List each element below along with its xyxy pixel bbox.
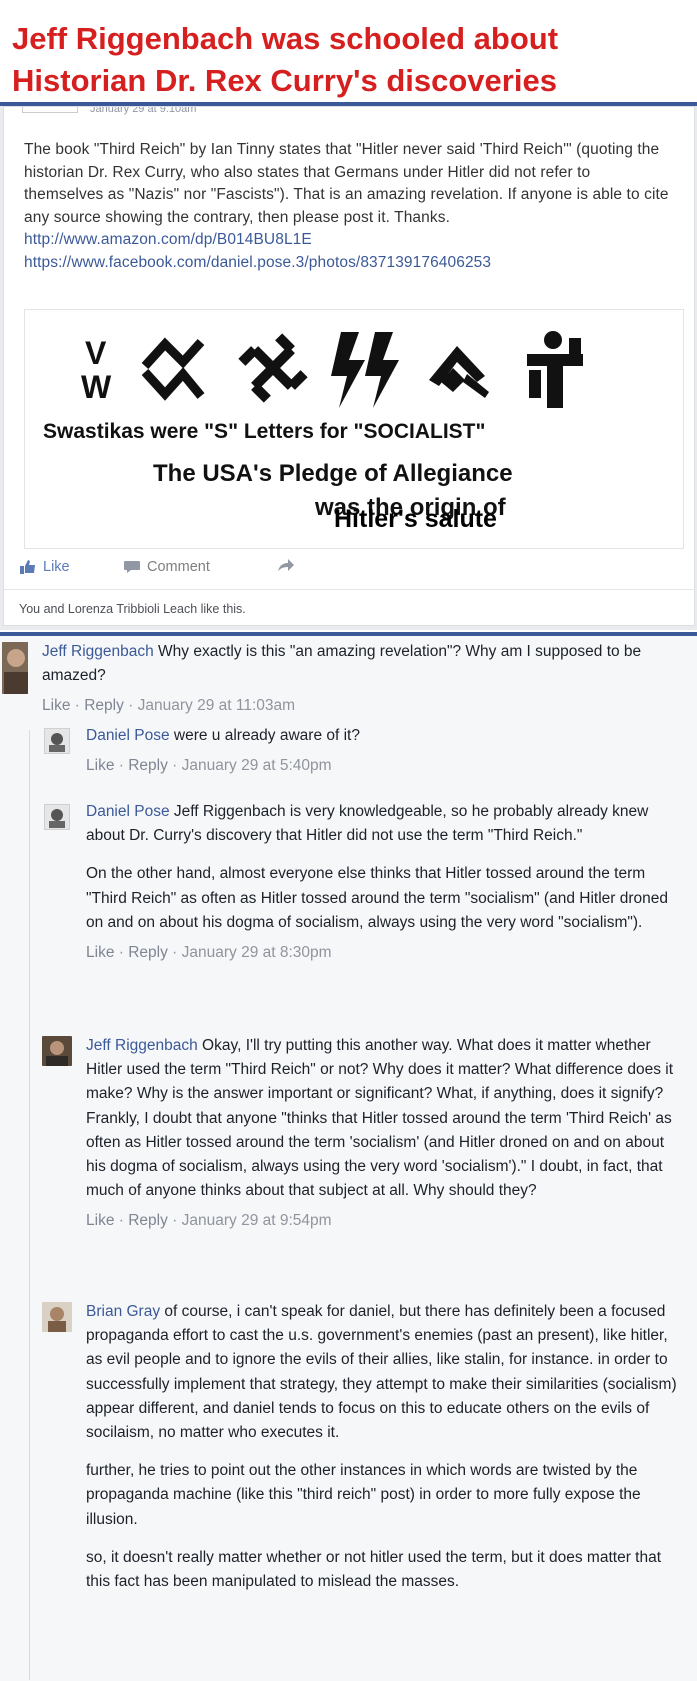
likes-summary[interactable]: You and Lorenza Tribbioli Leach like thi… — [3, 589, 693, 623]
comment-text: Okay, I'll try putting this another way.… — [86, 1037, 674, 1200]
ss-runes-icon — [331, 332, 399, 408]
headline: Jeff Riggenbach was schooled about Histo… — [12, 18, 692, 102]
salute-figure-icon — [429, 346, 489, 398]
comment-body: Daniel Pose were u already aware of it? … — [86, 724, 682, 776]
comment-like-link[interactable]: Like — [86, 944, 114, 961]
comment-button[interactable]: Comment — [124, 559, 210, 575]
avatar[interactable] — [44, 804, 70, 830]
avatar[interactable] — [42, 1302, 72, 1332]
comments-section: Jeff Riggenbach Why exactly is this "an … — [0, 636, 697, 1681]
thumbs-up-icon — [20, 560, 35, 574]
v-letter: V — [85, 335, 107, 371]
post-timestamp[interactable]: January 29 at 9:10am — [90, 107, 196, 115]
comment-meta: Like · Reply · January 29 at 9:54pm — [86, 1212, 332, 1230]
thread-line — [29, 730, 30, 1680]
comment-meta: Like · Reply · January 29 at 11:03am — [42, 697, 296, 715]
post-panel: January 29 at 9:10am The book "Third Rei… — [0, 106, 697, 630]
comment-paragraph: further, he tries to point out the other… — [86, 1462, 641, 1528]
post-author-avatar[interactable] — [22, 107, 78, 113]
comment-meta: Like · Reply · January 29 at 5:40pm — [86, 757, 332, 775]
avatar[interactable] — [44, 728, 70, 754]
comment-paragraph: On the other hand, almost everyone else … — [86, 865, 668, 931]
comment-reply-link[interactable]: Reply — [128, 757, 168, 774]
comment-text: were u already aware of it? — [169, 727, 360, 744]
symbols-graphic: V W — [81, 331, 583, 408]
comment-time[interactable]: January 29 at 8:30pm — [182, 944, 332, 961]
post-actions: Like Comment — [20, 559, 680, 583]
like-button[interactable]: Like — [20, 559, 70, 575]
comment-like-link[interactable]: Like — [86, 1212, 114, 1229]
image-caption-socialist: Swastikas were "S" Letters for "SOCIALIS… — [43, 420, 486, 443]
comment-reply-link[interactable]: Reply — [84, 697, 124, 714]
comment-author[interactable]: Daniel Pose — [86, 727, 170, 744]
share-button[interactable] — [278, 559, 294, 571]
avatar[interactable] — [2, 642, 28, 694]
comment-label: Comment — [147, 559, 210, 575]
avatar-photo — [2, 642, 28, 694]
comment-body: Jeff Riggenbach Okay, I'll try putting t… — [86, 1034, 682, 1231]
comment-author[interactable]: Brian Gray — [86, 1303, 160, 1320]
comment-paragraph: so, it doesn't really matter whether or … — [86, 1548, 662, 1591]
post-text: The book "Third Reich" by Ian Tinny stat… — [24, 141, 669, 226]
comment-like-link[interactable]: Like — [42, 697, 70, 714]
comment-body: Jeff Riggenbach Why exactly is this "an … — [42, 640, 682, 716]
avatar-photo — [42, 1036, 72, 1066]
post-body: The book "Third Reich" by Ian Tinny stat… — [24, 139, 674, 274]
comment-author[interactable]: Daniel Pose — [86, 803, 170, 820]
post-link-facebook[interactable]: https://www.facebook.com/daniel.pose.3/p… — [24, 252, 674, 275]
post-card: January 29 at 9:10am The book "Third Rei… — [3, 106, 695, 626]
avatar-photo — [44, 804, 70, 830]
comment-body: Brian Gray of course, i can't speak for … — [86, 1300, 682, 1594]
post-link-amazon[interactable]: http://www.amazon.com/dp/B014BU8L1E — [24, 229, 674, 252]
headline-line-2: Historian Dr. Rex Curry's discoveries — [12, 63, 557, 98]
comment-bubble-icon — [124, 561, 140, 573]
share-arrow-icon — [278, 559, 294, 571]
avatar-photo — [42, 1302, 72, 1332]
like-label: Like — [43, 559, 70, 575]
headline-line-1: Jeff Riggenbach was schooled about — [12, 21, 559, 56]
germanic-symbol-icon — [527, 331, 583, 408]
comment-text: of course, i can't speak for daniel, but… — [86, 1303, 677, 1442]
comment-meta: Like · Reply · January 29 at 8:30pm — [86, 944, 332, 962]
comment-like-link[interactable]: Like — [86, 757, 114, 774]
comment-time[interactable]: January 29 at 11:03am — [138, 697, 295, 714]
avatar-photo — [44, 728, 70, 754]
interlocked-s-icon — [141, 337, 205, 401]
comment-reply-link[interactable]: Reply — [128, 944, 168, 961]
w-letter: W — [81, 369, 112, 405]
avatar[interactable] — [42, 1036, 72, 1066]
comment-time[interactable]: January 29 at 9:54pm — [182, 1212, 332, 1229]
comment-reply-link[interactable]: Reply — [128, 1212, 168, 1229]
comment-body: Daniel Pose Jeff Riggenbach is very know… — [86, 800, 682, 963]
comment-time[interactable]: January 29 at 5:40pm — [182, 757, 332, 774]
comment-text: Jeff Riggenbach is very knowledgeable, s… — [86, 803, 649, 845]
comment-author[interactable]: Jeff Riggenbach — [86, 1037, 198, 1054]
image-caption-pledge: The USA's Pledge of Allegiance — [153, 460, 513, 487]
image-caption-salute: Hitler's salute — [334, 505, 497, 533]
swastika-icon — [238, 333, 308, 403]
comment-author[interactable]: Jeff Riggenbach — [42, 643, 154, 660]
